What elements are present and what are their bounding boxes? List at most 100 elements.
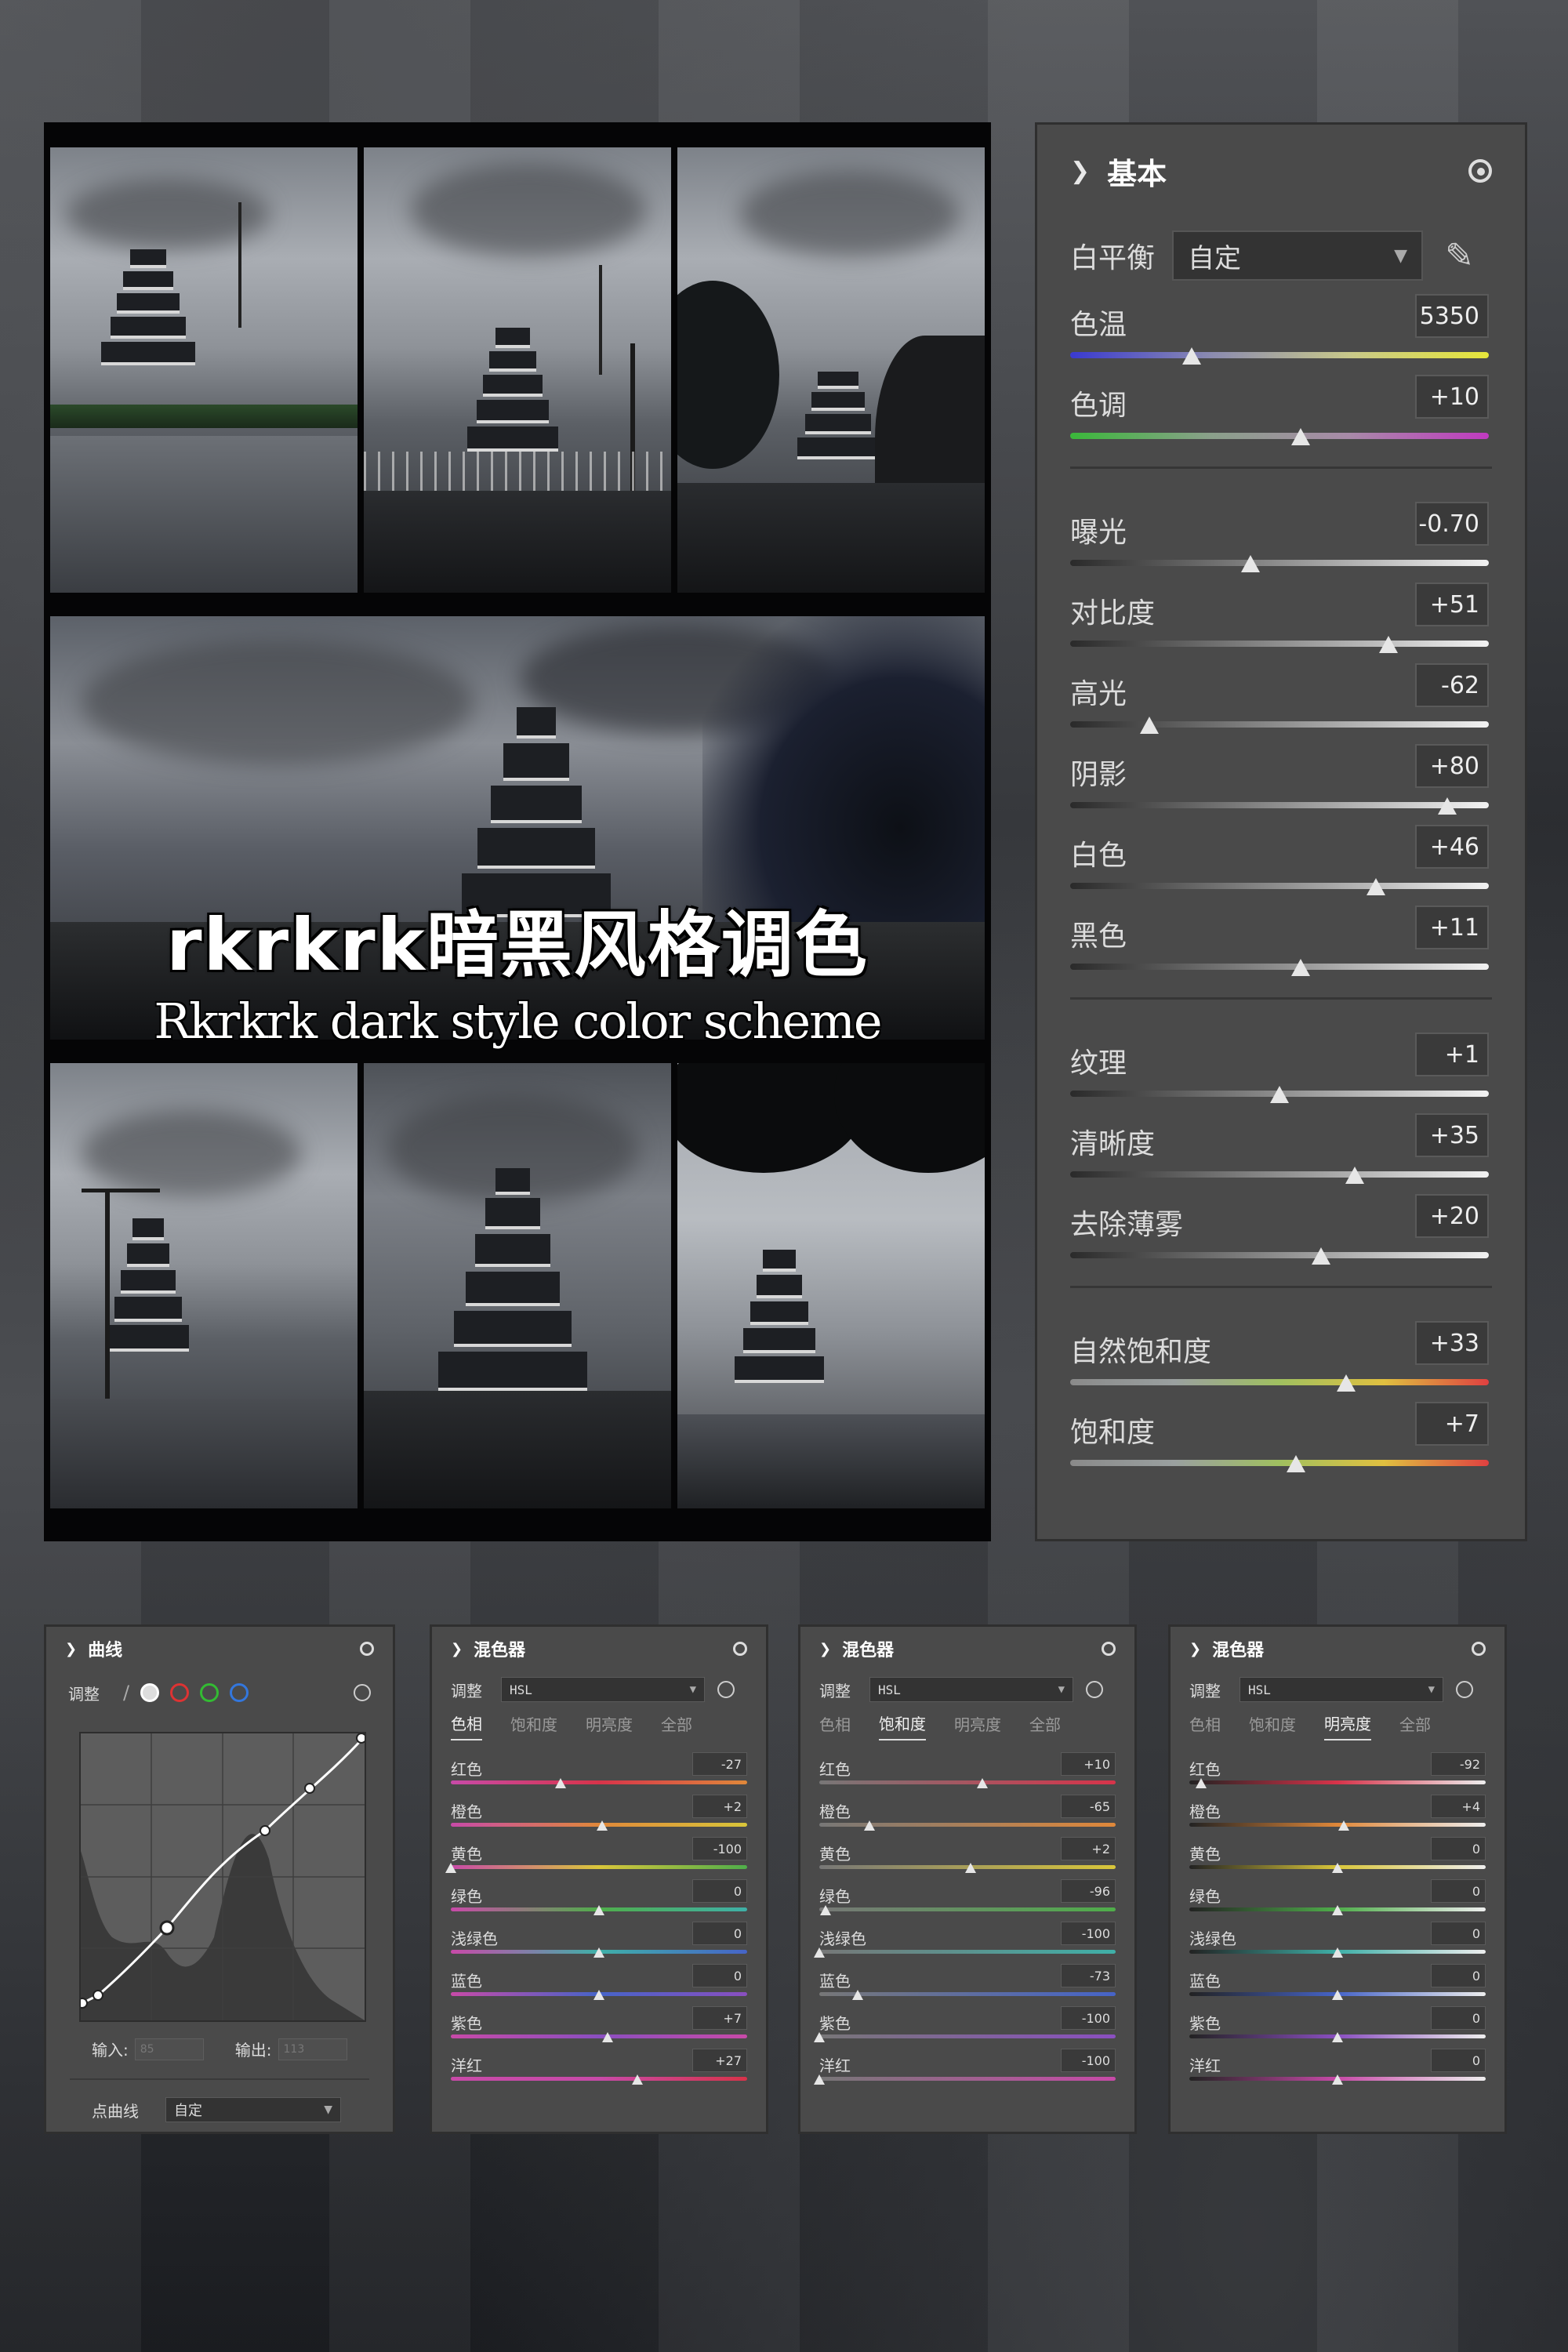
slider-thumb[interactable] xyxy=(1366,878,1385,895)
target-adjust-icon[interactable] xyxy=(1456,1681,1473,1698)
mixer-slider-thumb[interactable] xyxy=(554,1778,566,1788)
mixer-slider-thumb[interactable] xyxy=(852,1990,864,2000)
parametric-curve-icon[interactable]: ∕ xyxy=(123,1682,129,1704)
slider-value-field[interactable]: +11 xyxy=(1415,906,1489,949)
mixer-slider-value-field[interactable]: 0 xyxy=(1431,1964,1486,1987)
slider-thumb[interactable] xyxy=(1287,1455,1306,1472)
slider-thumb[interactable] xyxy=(1290,428,1310,445)
mixer-tab[interactable]: 饱和度 xyxy=(1249,1712,1296,1740)
curve-point[interactable] xyxy=(356,1733,367,1744)
mixer-slider-track[interactable] xyxy=(451,1865,747,1869)
slider-value-field[interactable]: -0.70 xyxy=(1415,502,1489,546)
curve-point[interactable] xyxy=(260,1825,270,1836)
mixer-slider-value-field[interactable]: +4 xyxy=(1431,1795,1486,1818)
green-channel-icon[interactable] xyxy=(200,1683,220,1702)
mixer-tab[interactable]: 色相 xyxy=(1189,1712,1221,1740)
mixer-slider-track[interactable] xyxy=(1189,1780,1486,1784)
visibility-eye-icon[interactable] xyxy=(733,1642,747,1656)
mixer-tab[interactable]: 全部 xyxy=(1029,1712,1061,1740)
mixer-slider-track[interactable] xyxy=(819,1950,1116,1954)
curve-point[interactable] xyxy=(93,1990,103,2001)
mixer-slider-value-field[interactable]: 0 xyxy=(1431,2049,1486,2072)
mixer-panel-header[interactable]: ❯ 混色器 xyxy=(1171,1627,1504,1671)
slider-track[interactable] xyxy=(1070,433,1489,439)
tone-curve-svg[interactable] xyxy=(77,1733,367,2020)
target-adjust-icon[interactable] xyxy=(717,1681,735,1698)
mixer-slider-thumb[interactable] xyxy=(814,2074,825,2085)
mixer-slider-track[interactable] xyxy=(451,2077,747,2081)
visibility-eye-icon[interactable] xyxy=(1102,1642,1116,1656)
visibility-eye-icon[interactable] xyxy=(360,1642,374,1656)
slider-thumb[interactable] xyxy=(1240,555,1260,572)
input-field[interactable]: 85 xyxy=(134,2038,204,2060)
mixer-slider-thumb[interactable] xyxy=(1338,1820,1349,1831)
visibility-eye-icon[interactable] xyxy=(1472,1642,1486,1656)
slider-thumb[interactable] xyxy=(1378,636,1398,653)
mixer-slider-thumb[interactable] xyxy=(593,1990,604,2000)
mixer-slider-value-field[interactable]: 0 xyxy=(1431,1837,1486,1860)
slider-track[interactable] xyxy=(1070,1171,1489,1178)
mixer-mode-select[interactable]: HSL ▼ xyxy=(1240,1677,1443,1702)
mixer-tab[interactable]: 明亮度 xyxy=(586,1712,633,1740)
mixer-slider-thumb[interactable] xyxy=(632,2074,644,2085)
slider-thumb[interactable] xyxy=(1140,717,1160,734)
mixer-slider-track[interactable] xyxy=(819,1907,1116,1911)
curve-point[interactable] xyxy=(77,1998,88,2009)
slider-value-field[interactable]: +20 xyxy=(1415,1194,1489,1238)
mixer-slider-track[interactable] xyxy=(819,1780,1116,1784)
eyedropper-icon[interactable]: ✎ xyxy=(1445,236,1474,276)
mixer-tab[interactable]: 全部 xyxy=(1399,1712,1431,1740)
mixer-mode-select[interactable]: HSL ▼ xyxy=(869,1677,1073,1702)
mixer-slider-thumb[interactable] xyxy=(1332,1905,1343,1915)
mixer-slider-value-field[interactable]: -100 xyxy=(1061,2006,1116,2030)
mixer-slider-value-field[interactable]: +2 xyxy=(1061,1837,1116,1860)
mixer-slider-thumb[interactable] xyxy=(864,1820,876,1831)
mixer-slider-thumb[interactable] xyxy=(445,1863,456,1873)
chevron-down-icon[interactable]: ❯ xyxy=(819,1641,831,1657)
mixer-slider-thumb[interactable] xyxy=(814,1947,825,1958)
slider-track[interactable] xyxy=(1070,560,1489,566)
mixer-slider-thumb[interactable] xyxy=(1332,1990,1343,2000)
target-adjust-icon[interactable] xyxy=(1086,1681,1103,1698)
slider-value-field[interactable]: +35 xyxy=(1415,1113,1489,1157)
slider-track[interactable] xyxy=(1070,802,1489,808)
mixer-slider-track[interactable] xyxy=(819,1992,1116,1996)
mixer-tab[interactable]: 明亮度 xyxy=(954,1712,1001,1740)
curve-point[interactable] xyxy=(304,1783,315,1794)
mixer-slider-value-field[interactable]: 0 xyxy=(1431,1922,1486,1945)
slider-value-field[interactable]: +51 xyxy=(1415,583,1489,626)
mixer-slider-value-field[interactable]: 0 xyxy=(692,1964,747,1987)
slider-track[interactable] xyxy=(1070,1252,1489,1258)
slider-value-field[interactable]: +7 xyxy=(1415,1402,1489,1446)
slider-thumb[interactable] xyxy=(1270,1086,1289,1103)
mixer-slider-track[interactable] xyxy=(451,2034,747,2038)
slider-value-field[interactable]: +80 xyxy=(1415,744,1489,788)
mixer-slider-value-field[interactable]: -100 xyxy=(1061,2049,1116,2072)
slider-track[interactable] xyxy=(1070,721,1489,728)
basic-panel-header[interactable]: ❯ 基本 xyxy=(1037,125,1525,217)
mixer-slider-thumb[interactable] xyxy=(1332,2074,1343,2085)
mixer-slider-thumb[interactable] xyxy=(1332,1947,1343,1958)
curve-point-selected[interactable] xyxy=(159,1920,175,1936)
mixer-tab[interactable]: 饱和度 xyxy=(510,1712,557,1740)
slider-thumb[interactable] xyxy=(1437,797,1457,815)
mixer-slider-value-field[interactable]: -27 xyxy=(692,1752,747,1776)
mixer-slider-thumb[interactable] xyxy=(819,1905,831,1915)
slider-thumb[interactable] xyxy=(1345,1167,1365,1184)
mixer-slider-value-field[interactable]: -65 xyxy=(1061,1795,1116,1818)
mixer-slider-value-field[interactable]: 0 xyxy=(1431,2006,1486,2030)
mixer-slider-value-field[interactable]: -96 xyxy=(1061,1879,1116,1903)
mixer-slider-thumb[interactable] xyxy=(976,1778,988,1788)
mixer-tab[interactable]: 全部 xyxy=(661,1712,692,1740)
white-balance-select[interactable]: 自定 ▼ xyxy=(1172,230,1423,281)
slider-track[interactable] xyxy=(1070,641,1489,647)
mixer-slider-thumb[interactable] xyxy=(602,2032,614,2042)
slider-value-field[interactable]: +10 xyxy=(1415,375,1489,419)
slider-track[interactable] xyxy=(1070,1460,1489,1466)
mixer-slider-value-field[interactable]: -73 xyxy=(1061,1964,1116,1987)
slider-value-field[interactable]: +46 xyxy=(1415,825,1489,869)
mixer-slider-track[interactable] xyxy=(819,2034,1116,2038)
mixer-slider-thumb[interactable] xyxy=(964,1863,976,1873)
mixer-slider-value-field[interactable]: 0 xyxy=(692,1879,747,1903)
mixer-slider-value-field[interactable]: -100 xyxy=(692,1837,747,1860)
